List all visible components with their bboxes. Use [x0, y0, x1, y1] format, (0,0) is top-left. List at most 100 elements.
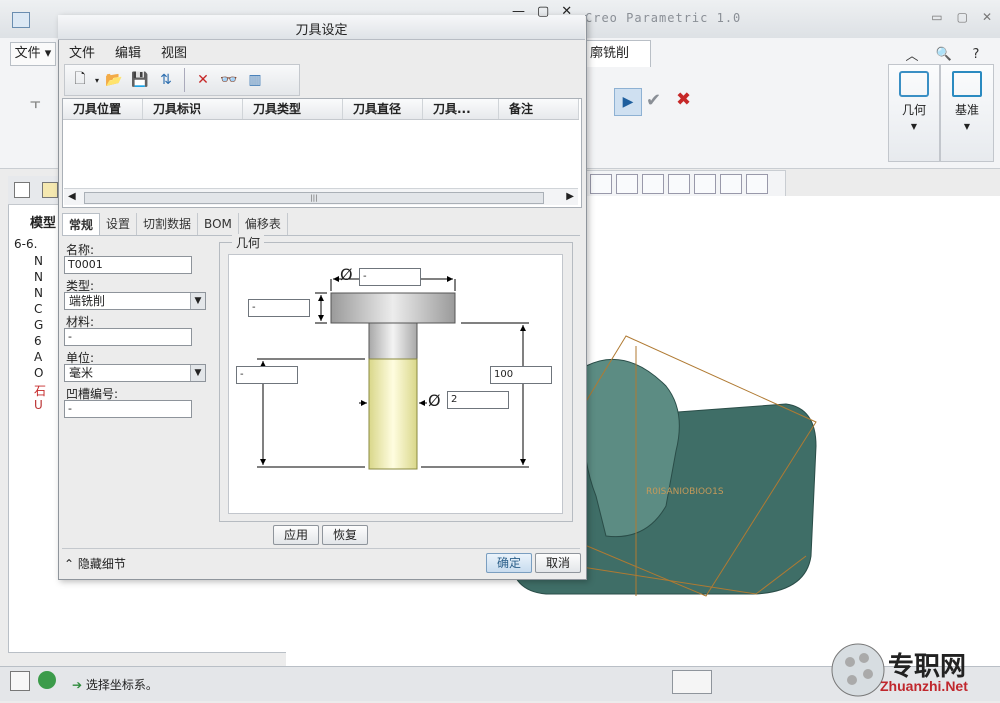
- datum-display-icon[interactable]: [642, 174, 664, 194]
- new-file-icon[interactable]: 🗋: [69, 69, 91, 91]
- dialog-title-bar[interactable]: 刀具设定: [58, 15, 585, 40]
- annotation-icon[interactable]: [720, 174, 742, 194]
- datum-curve-icon: [952, 71, 982, 97]
- graphics-toolbar: [585, 170, 786, 198]
- tool-geometry-diagram: [228, 254, 563, 514]
- column-tool-position[interactable]: 刀具位置: [63, 99, 143, 119]
- scroll-right-icon[interactable]: ▶: [566, 191, 574, 202]
- column-tool-more[interactable]: 刀具...: [423, 99, 499, 119]
- watermark-en: Zhuanzhi.Net: [880, 678, 968, 694]
- chevron-down-icon: ▼: [190, 293, 205, 309]
- top-diameter-input[interactable]: -: [359, 268, 421, 286]
- total-length-input[interactable]: 100: [490, 366, 552, 384]
- csys-icon[interactable]: [746, 174, 768, 194]
- app-logo-icon: [12, 12, 30, 28]
- minimize-icon[interactable]: —: [512, 4, 525, 19]
- column-tool-diameter[interactable]: 刀具直径: [343, 99, 423, 119]
- tree-item[interactable]: 6: [34, 334, 42, 348]
- cancel-x-icon[interactable]: ✖: [676, 89, 691, 110]
- tree-item[interactable]: A: [34, 350, 42, 364]
- groove-input[interactable]: -: [64, 400, 192, 418]
- file-tab[interactable]: 文件 ▾: [10, 42, 56, 66]
- sort-icon[interactable]: ⇅: [155, 69, 177, 91]
- tool-table-header: 刀具位置 刀具标识 刀具类型 刀具直径 刀具... 备注: [63, 99, 579, 120]
- ribbon-datum-panel[interactable]: 基准 ▼: [940, 64, 994, 162]
- cancel-button[interactable]: 取消: [535, 553, 581, 573]
- tree-item[interactable]: O: [34, 366, 43, 380]
- delete-icon[interactable]: ✕: [192, 69, 214, 91]
- tab-offset-table[interactable]: 偏移表: [239, 213, 288, 235]
- ribbon-geometry-panel[interactable]: 几何 ▼: [888, 64, 940, 162]
- spin-center-icon[interactable]: [694, 174, 716, 194]
- column-tool-type[interactable]: 刀具类型: [243, 99, 343, 119]
- geometry-group-label: 几何: [232, 234, 265, 251]
- tree-item[interactable]: 6-6.: [14, 237, 37, 251]
- filter-button[interactable]: [672, 670, 712, 694]
- navigator-toggle-icon[interactable]: [10, 671, 30, 691]
- toolbar-separator: [184, 68, 186, 92]
- menu-view[interactable]: 视图: [161, 42, 187, 61]
- name-input[interactable]: T0001: [64, 256, 192, 274]
- menu-edit[interactable]: 编辑: [115, 42, 141, 61]
- folder-tab-icon[interactable]: [42, 182, 58, 198]
- unit-select[interactable]: 毫米 ▼: [64, 364, 206, 382]
- save-icon[interactable]: 💾: [129, 69, 151, 91]
- column-tool-id[interactable]: 刀具标识: [143, 99, 243, 119]
- menu-file[interactable]: 文件: [69, 42, 95, 61]
- glasses-icon[interactable]: 👓: [218, 69, 240, 91]
- tab-bom[interactable]: BOM: [198, 213, 239, 235]
- help-icon[interactable]: ?: [964, 42, 988, 66]
- ok-button[interactable]: 确定: [486, 553, 532, 573]
- apply-button[interactable]: 应用: [273, 525, 319, 545]
- status-message: ➔ 选择坐标系。: [72, 678, 158, 692]
- close-icon[interactable]: ✕: [561, 4, 572, 19]
- tool-icon[interactable]: ⫟: [30, 92, 41, 113]
- shank-length-input[interactable]: -: [236, 366, 298, 384]
- arrow-right-icon: ➔: [72, 678, 83, 692]
- tree-item[interactable]: N: [34, 270, 43, 284]
- restore-button[interactable]: 恢复: [322, 525, 368, 545]
- dialog-menubar: 文件 编辑 视图: [59, 40, 594, 62]
- dialog-toolbar: 🗋 ▾ 📂 💾 ⇅ ✕ 👓 ▥: [64, 64, 300, 96]
- model-tree-tab-icon[interactable]: [14, 182, 30, 198]
- column-remarks[interactable]: 备注: [499, 99, 579, 119]
- saved-views-icon[interactable]: [668, 174, 690, 194]
- tree-item[interactable]: U: [34, 398, 43, 412]
- diameter-input[interactable]: 2: [447, 391, 509, 409]
- table-hscrollbar[interactable]: ◀ ||| ▶: [64, 188, 578, 205]
- dialog-tabs: 常规 设置 切割数据 BOM 偏移表: [62, 213, 580, 236]
- hide-detail-toggle[interactable]: ⌃ 隐藏细节: [64, 555, 126, 572]
- view-icon[interactable]: [590, 174, 612, 194]
- browser-toggle-icon[interactable]: [38, 671, 56, 689]
- open-folder-icon[interactable]: 📂: [103, 69, 125, 91]
- confirm-check-icon[interactable]: ✔: [646, 90, 661, 111]
- tab-cut-data[interactable]: 切割数据: [137, 213, 199, 235]
- tree-item[interactable]: 石: [34, 382, 46, 399]
- chevron-down-icon: ▼: [190, 365, 205, 381]
- dialog-title: 刀具设定: [295, 23, 348, 38]
- columns-icon[interactable]: ▥: [244, 69, 266, 91]
- tab-general[interactable]: 常规: [62, 213, 101, 235]
- diameter-symbol: Ø: [428, 391, 441, 410]
- tree-item[interactable]: G: [34, 318, 43, 332]
- maximize-icon[interactable]: ▢: [537, 4, 549, 19]
- display-style-icon[interactable]: [616, 174, 638, 194]
- material-input[interactable]: -: [64, 328, 192, 346]
- type-select[interactable]: 端铣削 ▼: [64, 292, 206, 310]
- diameter-symbol-top: Ø: [340, 265, 353, 284]
- tab-profile-milling[interactable]: 廓铣削: [585, 40, 651, 67]
- model-annotation: R0ISANIOBIOO1S: [646, 487, 724, 497]
- tree-item[interactable]: N: [34, 286, 43, 300]
- scroll-thumb[interactable]: |||: [84, 192, 544, 204]
- chevron-down-icon[interactable]: ▾: [95, 76, 99, 85]
- tree-item[interactable]: C: [34, 302, 42, 316]
- search-icon[interactable]: 🔍: [932, 42, 956, 66]
- collapse-icon[interactable]: ︿: [900, 42, 924, 66]
- play-button[interactable]: ▶: [614, 88, 642, 116]
- tree-item[interactable]: N: [34, 254, 43, 268]
- chevron-down-icon: ▼: [963, 122, 971, 131]
- tab-settings[interactable]: 设置: [100, 213, 138, 235]
- scroll-left-icon[interactable]: ◀: [68, 191, 76, 202]
- dialog-separator: [62, 548, 580, 549]
- head-height-input[interactable]: -: [248, 299, 310, 317]
